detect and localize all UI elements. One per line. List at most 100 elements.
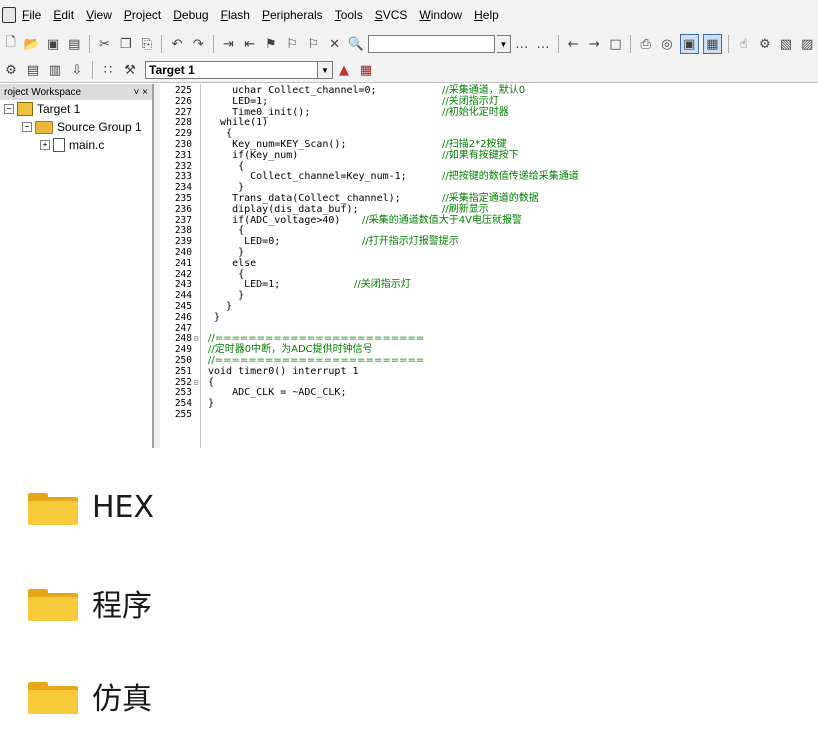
debug-icon[interactable]: ◎ [658, 35, 675, 53]
fold-toggle-icon[interactable]: ⊟ [193, 334, 199, 345]
find-dropdown-icon[interactable]: ▼ [496, 35, 512, 53]
toolbar-separator [161, 35, 163, 53]
build-icon[interactable]: ▤ [24, 61, 42, 79]
folder-item[interactable]: 程序 [28, 583, 152, 624]
target-dropdown-icon[interactable]: ▼ [318, 61, 333, 79]
code-text: ADC_CLK = ~ADC_CLK; [208, 387, 347, 399]
line-number: 231 [174, 149, 192, 161]
menu-file[interactable]: File [16, 8, 47, 22]
save-all-icon[interactable]: ▤ [66, 35, 83, 53]
incremental-find-icon[interactable]: … [534, 35, 551, 53]
keil-ide-window: File Edit View Project Debug Flash Peripherals… [0, 0, 818, 448]
pointer-icon[interactable]: ☝ [735, 35, 752, 53]
tree-item[interactable]: − Source Group 1 [0, 118, 152, 136]
code-editor[interactable]: 225 uchar Collect_channel=0;//采集通道，默认0 22… [160, 84, 818, 448]
find-input[interactable] [368, 35, 495, 53]
window-layout-icon[interactable]: ▣ [679, 34, 699, 54]
cut-icon[interactable]: ✂ [96, 35, 113, 53]
build-toolbar: ⚙ ▤ ▥ ⇩ ∷ ⚒ Target 1 ▼ ▲ ▦ [0, 58, 818, 83]
menu-view[interactable]: View [80, 8, 118, 22]
open-file-icon[interactable]: 📂 [23, 35, 40, 53]
code-comment: //如果有按键按下 [442, 149, 519, 161]
navigate-forward-icon[interactable]: → [586, 35, 603, 53]
manage-components-icon[interactable]: ▲ [335, 61, 353, 79]
configure-icon[interactable]: ▦ [702, 34, 723, 54]
paste-icon[interactable]: ⎘ [138, 35, 155, 53]
menu-project[interactable]: Project [118, 8, 167, 22]
target-options-icon[interactable]: ⚒ [121, 61, 139, 79]
workspace-header: roject Workspace ˅ × [0, 84, 152, 100]
next-bookmark-icon[interactable]: ⚐ [305, 35, 322, 53]
settings-icon[interactable]: ⚙ [756, 35, 773, 53]
menu-flash[interactable]: Flash [215, 8, 256, 22]
compile-icon[interactable]: ⚙ [2, 61, 20, 79]
menu-svcs[interactable]: SVCS [369, 8, 414, 22]
navigate-back-icon[interactable]: ← [565, 35, 582, 53]
code-comment: //初始化定时器 [442, 106, 509, 118]
code-comment: //刷新显示 [442, 203, 489, 215]
undo-icon[interactable]: ↶ [168, 35, 185, 53]
code-line: 233 Collect_channel=Key_num-1;//把按键的数值传递… [160, 172, 818, 183]
fold-toggle-icon[interactable]: ⊟ [193, 378, 199, 389]
menu-help[interactable]: Help [468, 8, 505, 22]
line-number: 226 [174, 95, 192, 107]
target-select[interactable]: Target 1 ▼ [145, 61, 333, 79]
tree-expand-icon[interactable]: − [4, 104, 14, 114]
tree-item[interactable]: + main.c [0, 136, 152, 154]
unindent-icon[interactable]: ⇤ [241, 35, 258, 53]
browse-icon[interactable]: □ [607, 35, 624, 53]
tree-expand-icon[interactable]: + [40, 140, 50, 150]
menu-peripherals[interactable]: Peripherals [256, 8, 329, 22]
redo-icon[interactable]: ↷ [190, 35, 207, 53]
code-line: 237 if(ADC_voltage>40)//采集的通道数值大于4V电压就报警 [160, 215, 818, 227]
find-in-files-icon[interactable]: 🔍 [347, 35, 364, 53]
code-comment: //把按键的数值传递给采集通道 [442, 171, 579, 183]
code-line: 231 if(Key_num) //如果有按键按下 [160, 149, 818, 162]
tree-expand-icon[interactable]: − [22, 122, 32, 132]
clear-bookmarks-icon[interactable]: ✕ [326, 35, 343, 53]
prev-bookmark-icon[interactable]: ⚐ [283, 35, 300, 53]
line-number: 255 [174, 409, 192, 420]
indent-icon[interactable]: ⇥ [220, 35, 237, 53]
folder-icon [28, 489, 78, 525]
code-line: 251 void timer0() interrupt 1 [160, 366, 818, 378]
code-text: } [208, 398, 215, 410]
menu-edit[interactable]: Edit [47, 8, 80, 22]
toolbar-separator [728, 35, 729, 53]
file-icon [53, 138, 65, 152]
download-icon[interactable]: ⇩ [68, 61, 86, 79]
code-text: diplay(dis_data_buf); [208, 203, 359, 215]
bookmark-icon[interactable]: ⚑ [262, 35, 279, 53]
line-number: 236 [174, 203, 192, 215]
options-icon[interactable]: ▨ [799, 35, 816, 53]
folder-item[interactable]: HEX [28, 487, 154, 527]
save-icon[interactable]: ▣ [44, 35, 61, 53]
toolbar-separator [92, 61, 93, 79]
menu-tools[interactable]: Tools [329, 8, 369, 22]
menu-debug[interactable]: Debug [167, 8, 214, 22]
line-number: 246 [174, 311, 192, 323]
code-comment: //打开指示灯报警提示 [362, 236, 459, 248]
code-line: 253 ADC_CLK = ~ADC_CLK; [160, 388, 818, 399]
find-icon[interactable]: … [513, 35, 530, 53]
folder-icon [28, 585, 78, 621]
new-file-icon[interactable]: 🗋 [2, 35, 19, 53]
main-toolbar: 🗋 📂 ▣ ▤ ✂ ❐ ⎘ ↶ ↷ ⇥ ⇤ ⚑ ⚐ ⚐ ✕ 🔍 ▼ … … ← … [0, 30, 818, 58]
tree-item[interactable]: − Target 1 [0, 100, 152, 118]
menu-window[interactable]: Window [413, 8, 468, 22]
code-line: 246 } [160, 311, 818, 324]
project-tree: − Target 1− Source Group 1 + main.c [0, 100, 152, 154]
view-icon[interactable]: ▧ [777, 35, 794, 53]
tree-item-label: main.c [69, 138, 105, 152]
code-text: if(Key_num) [208, 149, 299, 161]
tree-item-label: Source Group 1 [57, 120, 142, 134]
menu-bar: File Edit View Project Debug Flash Peripherals… [0, 0, 818, 30]
print-icon[interactable]: ⎙ [637, 35, 654, 53]
copy-icon[interactable]: ❐ [117, 35, 134, 53]
project-items-icon[interactable]: ▦ [357, 61, 375, 79]
batch-build-icon[interactable]: ∷ [99, 61, 117, 79]
target-select-value[interactable]: Target 1 [145, 61, 318, 79]
rebuild-icon[interactable]: ▥ [46, 61, 64, 79]
workspace-close-icon[interactable]: ˅ × [134, 87, 148, 98]
folder-item[interactable]: 仿真 [28, 676, 152, 717]
